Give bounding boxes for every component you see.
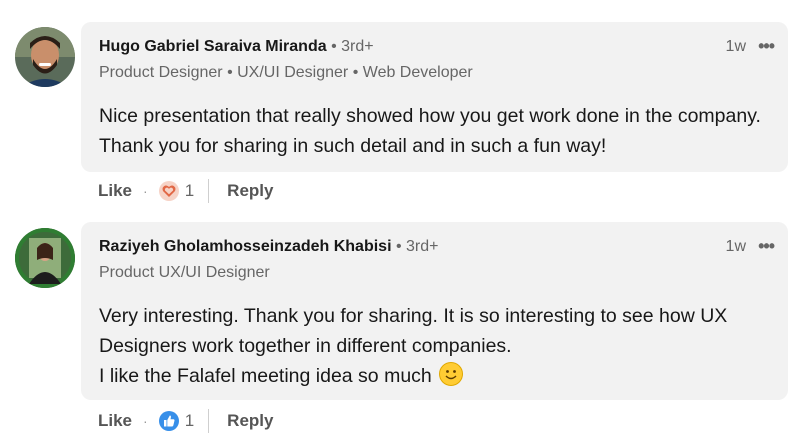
comment-actions: Like · 1 Reply [98, 406, 273, 436]
more-options-icon[interactable]: ••• [758, 236, 775, 257]
reaction-count[interactable]: 1 [185, 411, 194, 431]
comment-bubble: Raziyeh Gholamhosseinzadeh Khabisi • 3rd… [81, 222, 788, 400]
like-button[interactable]: Like [98, 181, 132, 201]
like-button[interactable]: Like [98, 411, 132, 431]
action-divider [208, 409, 210, 433]
connection-degree: • 3rd+ [331, 38, 374, 55]
comment-text: Nice presentation that really showed how… [99, 105, 761, 157]
comment-bubble: Hugo Gabriel Saraiva Miranda • 3rd+ Prod… [81, 22, 788, 172]
comment-text-line: Designers work together in different com… [99, 335, 512, 357]
timestamp: 1w [725, 238, 746, 255]
action-divider [208, 179, 210, 203]
separator-dot: · [143, 413, 148, 429]
timestamp: 1w [725, 38, 746, 55]
comment-actions: Like · 1 Reply [98, 176, 273, 206]
author-headline: Product UX/UI Designer [99, 264, 270, 281]
author-name[interactable]: Hugo Gabriel Saraiva Miranda [99, 38, 327, 55]
separator-dot: · [143, 183, 148, 199]
avatar[interactable] [15, 228, 75, 288]
heart-reaction-icon[interactable] [158, 181, 179, 201]
comment-text-line: Very interesting. Thank you for sharing.… [99, 305, 728, 327]
reply-button[interactable]: Reply [227, 181, 273, 201]
connection-degree: • 3rd+ [395, 238, 439, 255]
more-options-icon[interactable]: ••• [758, 36, 775, 57]
comment-text: Very interesting. Thank you for sharing.… [99, 301, 774, 391]
reply-button[interactable]: Reply [227, 411, 273, 431]
author-name[interactable]: Raziyeh Gholamhosseinzadeh Khabisi [99, 238, 392, 255]
reaction-count[interactable]: 1 [185, 181, 194, 201]
smiling-face-icon [439, 362, 464, 386]
thumbs-up-reaction-icon[interactable] [158, 411, 179, 431]
avatar[interactable] [15, 27, 75, 87]
comment-text-line: I like the Falafel meeting idea so much [99, 361, 774, 391]
author-headline: Product Designer • UX/UI Designer • Web … [99, 64, 473, 81]
